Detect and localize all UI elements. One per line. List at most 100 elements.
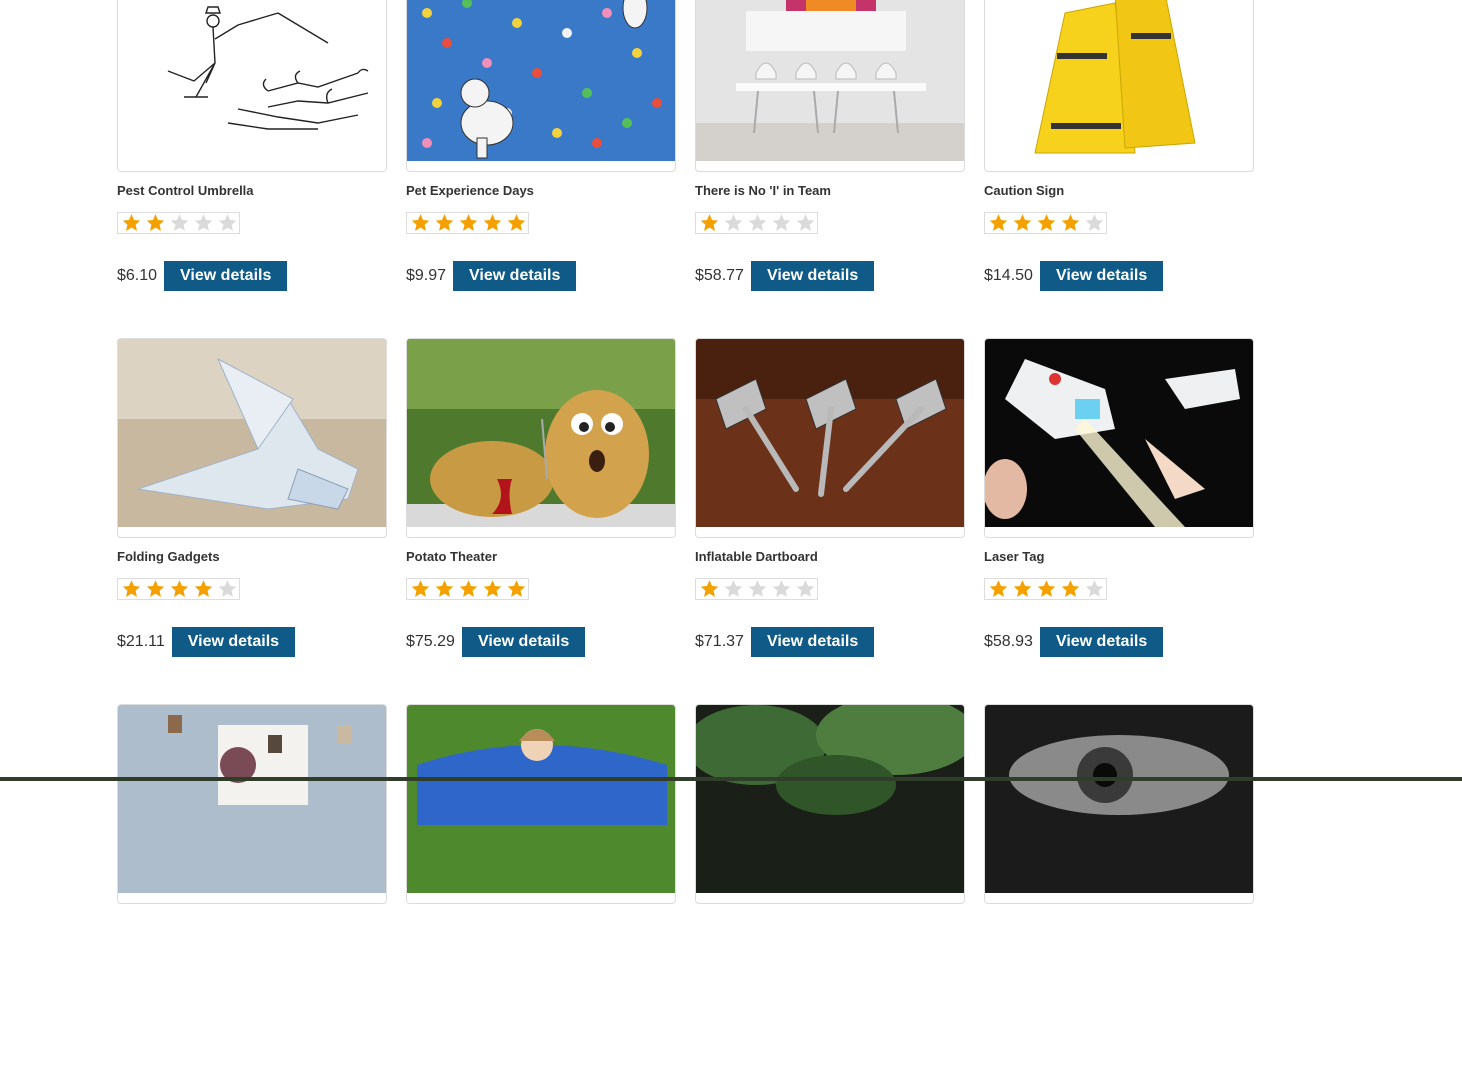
star-rating	[695, 578, 818, 600]
star-filled-icon	[987, 213, 1010, 233]
star-empty-icon	[722, 579, 745, 599]
star-empty-icon	[1083, 579, 1106, 599]
product-image-link[interactable]	[984, 0, 1254, 172]
product-title[interactable]: Pest Control Umbrella	[117, 183, 254, 198]
product-image-link[interactable]	[406, 0, 676, 172]
star-empty-icon	[746, 579, 769, 599]
product-price: $9.97	[406, 267, 446, 285]
star-filled-icon	[505, 579, 528, 599]
view-details-button[interactable]: View details	[164, 261, 287, 291]
product-card	[406, 704, 676, 1070]
product-price: $6.10	[117, 267, 157, 285]
product-image-link[interactable]	[695, 338, 965, 538]
star-rating	[695, 212, 818, 234]
star-filled-icon	[1035, 213, 1058, 233]
product-price: $71.37	[695, 633, 744, 651]
star-empty-icon	[722, 213, 745, 233]
product-card: Pet Experience Days $9.97 View details	[406, 0, 676, 338]
star-filled-icon	[457, 579, 480, 599]
product-price: $21.11	[117, 633, 165, 651]
star-filled-icon	[120, 213, 143, 233]
product-title[interactable]: Pet Experience Days	[406, 183, 534, 198]
product-card	[117, 704, 387, 1070]
star-filled-icon	[433, 579, 456, 599]
star-rating	[984, 578, 1107, 600]
product-image	[118, 705, 386, 893]
star-filled-icon	[481, 213, 504, 233]
product-price: $58.93	[984, 633, 1033, 651]
star-filled-icon	[409, 579, 432, 599]
star-empty-icon	[216, 579, 239, 599]
star-empty-icon	[770, 213, 793, 233]
view-details-button[interactable]: View details	[751, 627, 874, 657]
product-card: Caution Sign $14.50 View details	[984, 0, 1254, 338]
product-price: $58.77	[695, 267, 744, 285]
star-empty-icon	[794, 213, 817, 233]
star-empty-icon	[168, 213, 191, 233]
product-image-link[interactable]	[984, 338, 1254, 538]
star-filled-icon	[1011, 213, 1034, 233]
star-filled-icon	[120, 579, 143, 599]
product-card: Laser Tag $58.93 View details	[984, 338, 1254, 704]
star-filled-icon	[1035, 579, 1058, 599]
star-filled-icon	[1059, 579, 1082, 599]
star-filled-icon	[457, 213, 480, 233]
product-image	[696, 705, 964, 893]
view-details-button[interactable]: View details	[453, 261, 576, 291]
star-empty-icon	[1083, 213, 1106, 233]
product-title[interactable]: Caution Sign	[984, 183, 1064, 198]
product-image-link[interactable]	[406, 704, 676, 904]
star-empty-icon	[770, 579, 793, 599]
star-filled-icon	[433, 213, 456, 233]
product-title[interactable]: Inflatable Dartboard	[695, 549, 818, 564]
star-filled-icon	[144, 213, 167, 233]
product-image	[985, 0, 1253, 161]
star-filled-icon	[987, 579, 1010, 599]
star-rating	[406, 212, 529, 234]
product-image-link[interactable]	[117, 0, 387, 172]
product-image-link[interactable]	[984, 704, 1254, 904]
star-rating	[406, 578, 529, 600]
star-filled-icon	[192, 579, 215, 599]
product-card: Pest Control Umbrella $6.10 View details	[117, 0, 387, 338]
star-rating	[984, 212, 1107, 234]
product-image	[118, 0, 386, 161]
product-image-link[interactable]	[117, 704, 387, 904]
star-empty-icon	[746, 213, 769, 233]
view-details-button[interactable]: View details	[751, 261, 874, 291]
product-image	[118, 339, 386, 527]
product-image-link[interactable]	[695, 704, 965, 904]
view-details-button[interactable]: View details	[1040, 627, 1163, 657]
product-image	[985, 705, 1253, 893]
product-image-link[interactable]	[117, 338, 387, 538]
star-filled-icon	[1011, 579, 1034, 599]
star-empty-icon	[216, 213, 239, 233]
product-card: Inflatable Dartboard $71.37 View details	[695, 338, 965, 704]
product-image	[407, 705, 675, 893]
product-price: $14.50	[984, 267, 1033, 285]
view-details-button[interactable]: View details	[462, 627, 585, 657]
product-price: $75.29	[406, 633, 455, 651]
product-image	[985, 339, 1253, 527]
product-title[interactable]: Folding Gadgets	[117, 549, 220, 564]
product-card: Potato Theater $75.29 View details	[406, 338, 676, 704]
view-details-button[interactable]: View details	[1040, 261, 1163, 291]
product-image-link[interactable]	[406, 338, 676, 538]
product-image	[696, 339, 964, 527]
star-filled-icon	[505, 213, 528, 233]
star-rating	[117, 212, 240, 234]
star-filled-icon	[168, 579, 191, 599]
product-title[interactable]: Potato Theater	[406, 549, 497, 564]
product-image	[407, 0, 675, 161]
star-empty-icon	[192, 213, 215, 233]
star-filled-icon	[1059, 213, 1082, 233]
star-rating	[117, 578, 240, 600]
star-filled-icon	[481, 579, 504, 599]
star-filled-icon	[698, 579, 721, 599]
product-title[interactable]: There is No 'I' in Team	[695, 183, 831, 198]
product-image-link[interactable]	[695, 0, 965, 172]
product-card	[695, 704, 965, 1070]
product-card	[984, 704, 1254, 1070]
view-details-button[interactable]: View details	[172, 627, 295, 657]
product-title[interactable]: Laser Tag	[984, 549, 1044, 564]
